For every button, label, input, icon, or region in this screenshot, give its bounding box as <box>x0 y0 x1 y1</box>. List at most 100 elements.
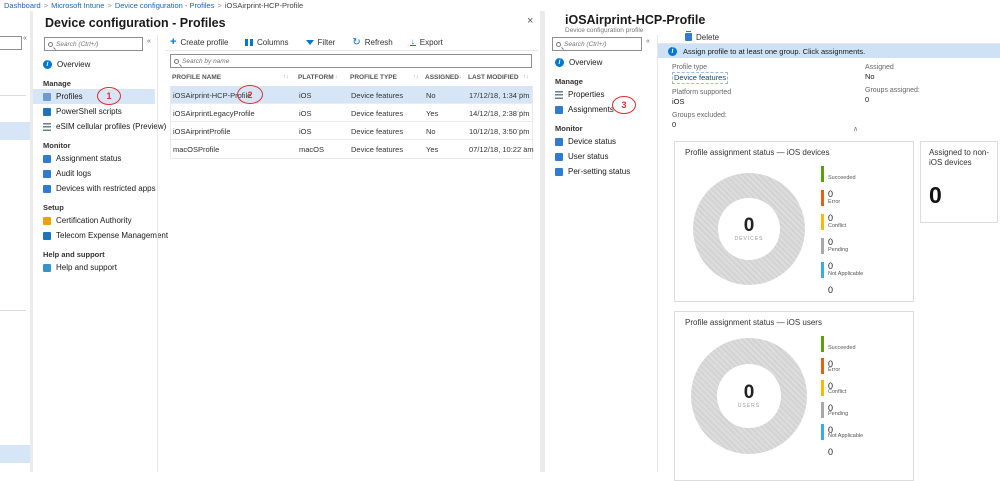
annotation-step-2: 2 <box>237 85 263 104</box>
annotation-step-3: 3 <box>612 96 636 114</box>
devices-count-label: DEVICES <box>735 236 764 242</box>
sidebar-divider <box>657 35 658 472</box>
sort-icon[interactable]: ↑↓ <box>456 74 462 80</box>
breadcrumb-dashboard[interactable]: Dashboard <box>4 1 41 10</box>
sidebar-divider <box>157 35 158 472</box>
breadcrumb-device-configuration[interactable]: Device configuration - Profiles <box>115 1 215 10</box>
delete-button[interactable]: Delete <box>685 33 719 42</box>
blade-search-input[interactable] <box>564 41 638 48</box>
error-color-bar <box>821 358 824 374</box>
error-color-bar <box>821 190 824 206</box>
columns-label: Columns <box>257 38 289 47</box>
essentials-collapse-icon[interactable]: ∧ <box>853 125 858 133</box>
devices-count: 0 <box>744 216 755 235</box>
sidebar-item-user-status[interactable]: User status <box>545 149 655 164</box>
table-row[interactable]: iOSAirprintProfile iOS Device features N… <box>171 122 532 140</box>
sort-icon[interactable]: ↑↓ <box>283 74 289 80</box>
strip-search-input[interactable] <box>0 36 22 50</box>
refresh-button[interactable]: ↻ Refresh <box>352 38 392 47</box>
sidebar-item-esim-cellular-profiles[interactable]: eSIM cellular profiles (Preview) <box>33 119 155 134</box>
ios-devices-status-card: Profile assignment status — iOS devices … <box>674 141 914 302</box>
sort-icon[interactable]: ↑↓ <box>413 74 419 80</box>
banner-text: Assign profile to at least one group. Cl… <box>683 47 865 56</box>
groups-assigned-value: 0 <box>865 95 920 105</box>
search-by-name-input[interactable] <box>182 58 528 65</box>
esim-list-icon <box>43 123 51 131</box>
sidebar-item-audit-logs[interactable]: Audit logs <box>33 166 155 181</box>
toolbar-divider <box>165 50 538 51</box>
assignment-status-icon <box>43 155 51 163</box>
cell-assigned: Yes <box>426 145 438 154</box>
sidebar-collapse-icon[interactable]: « <box>147 38 151 45</box>
table-header: PROFILE NAME ↑↓ PLATFORM ↑↓ PROFILE TYPE… <box>170 71 532 86</box>
blade-search-box <box>44 37 143 51</box>
sidebar-item-devices-with-restricted-apps[interactable]: Devices with restricted apps <box>33 181 155 196</box>
sidebar-item-assignment-status[interactable]: Assignment status <box>33 151 155 166</box>
blade-search-input[interactable] <box>56 41 139 48</box>
sidebar-item-properties[interactable]: Properties <box>545 87 655 102</box>
sidebar-item-per-setting-status[interactable]: Per-setting status <box>545 164 655 179</box>
assign-info-banner: i Assign profile to at least one group. … <box>658 44 1000 58</box>
filter-label: Filter <box>318 38 336 47</box>
row-menu-icon[interactable]: ... <box>517 105 526 114</box>
sidebar-collapse-icon[interactable]: « <box>646 38 650 45</box>
legend-value: 0 <box>828 447 833 457</box>
restricted-apps-icon <box>43 185 51 193</box>
sort-icon[interactable]: ↑↓ <box>523 74 529 80</box>
sidebar-item-help-and-support[interactable]: Help and support <box>33 260 155 275</box>
close-icon[interactable]: × <box>527 16 533 27</box>
essentials-right-column: Assigned No Groups assigned: 0 <box>865 63 920 109</box>
sidebar-section-setup: Setup <box>33 201 155 213</box>
sidebar-item-profiles[interactable]: Profiles <box>33 89 155 104</box>
column-header-profile-type: PROFILE TYPE <box>350 74 397 81</box>
overview-info-icon: i <box>555 58 564 67</box>
sidebar-item-overview[interactable]: i Overview <box>33 57 155 72</box>
sidebar-item-assignments[interactable]: Assignments <box>545 102 655 117</box>
breadcrumb-separator: > <box>217 1 221 10</box>
sidebar-item-label: Profiles <box>56 92 83 101</box>
filter-icon <box>306 40 314 45</box>
row-menu-icon[interactable]: ... <box>517 123 526 132</box>
sidebar-item-label: PowerShell scripts <box>56 107 122 116</box>
export-button[interactable]: ↓ Export <box>410 38 443 47</box>
sidebar-section-monitor: Monitor <box>33 139 155 151</box>
columns-button[interactable]: Columns <box>245 38 288 47</box>
search-icon <box>174 59 179 64</box>
legend-label: Error <box>828 199 840 205</box>
search-icon <box>556 42 561 47</box>
column-header-platform: PLATFORM <box>298 74 334 81</box>
sidebar-item-powershell-scripts[interactable]: PowerShell scripts <box>33 104 155 119</box>
table-row[interactable]: macOSProfile macOS Device features Yes 0… <box>171 140 532 158</box>
breadcrumb-intune[interactable]: Microsoft Intune <box>51 1 104 10</box>
sidebar-item-telecom-expense-management[interactable]: Telecom Expense Management <box>33 228 155 243</box>
table-row[interactable]: iOSAirprintLegacyProfile iOS Device feat… <box>171 104 532 122</box>
create-profile-button[interactable]: + Create profile <box>170 37 228 47</box>
profile-detail-blade: iOSAirprint-HCP-Profile Device configura… <box>545 11 1000 472</box>
blade-title: Device configuration - Profiles <box>45 16 226 30</box>
sidebar-item-certification-authority[interactable]: Certification Authority <box>33 213 155 228</box>
strip-collapse-icon[interactable]: « <box>23 35 27 42</box>
plus-icon: + <box>170 37 176 47</box>
sidebar-section-help-and-support: Help and support <box>33 248 155 260</box>
table-row[interactable]: iOSAirprint-HCP-Profile iOS Device featu… <box>171 86 532 104</box>
profile-type-value-link[interactable]: Device features <box>672 72 728 84</box>
sort-icon[interactable]: ↑↓ <box>332 74 338 80</box>
sidebar-item-label: Audit logs <box>56 169 91 178</box>
row-menu-icon[interactable]: ... <box>517 141 526 150</box>
strip-selected-item[interactable] <box>0 122 30 140</box>
cell-profile-type: Device features <box>351 109 403 118</box>
sidebar-item-device-status[interactable]: Device status <box>545 134 655 149</box>
sidebar-item-label: Properties <box>568 90 604 99</box>
sidebar-item-overview[interactable]: i Overview <box>545 55 655 70</box>
cell-profile-name: iOSAirprintLegacyProfile <box>173 109 255 118</box>
row-menu-icon[interactable]: ... <box>517 87 526 96</box>
sidebar-item-label: Device status <box>568 137 616 146</box>
filter-button[interactable]: Filter <box>306 38 336 47</box>
strip-selected-item[interactable] <box>0 445 30 463</box>
legend-label: Pending <box>828 247 848 253</box>
sidebar-item-label: User status <box>568 152 608 161</box>
card-title: Profile assignment status — iOS devices <box>685 148 830 157</box>
legend-label: Not Applicable <box>828 433 863 439</box>
legend-label: Pending <box>828 411 848 417</box>
assigned-label: Assigned <box>865 63 920 72</box>
